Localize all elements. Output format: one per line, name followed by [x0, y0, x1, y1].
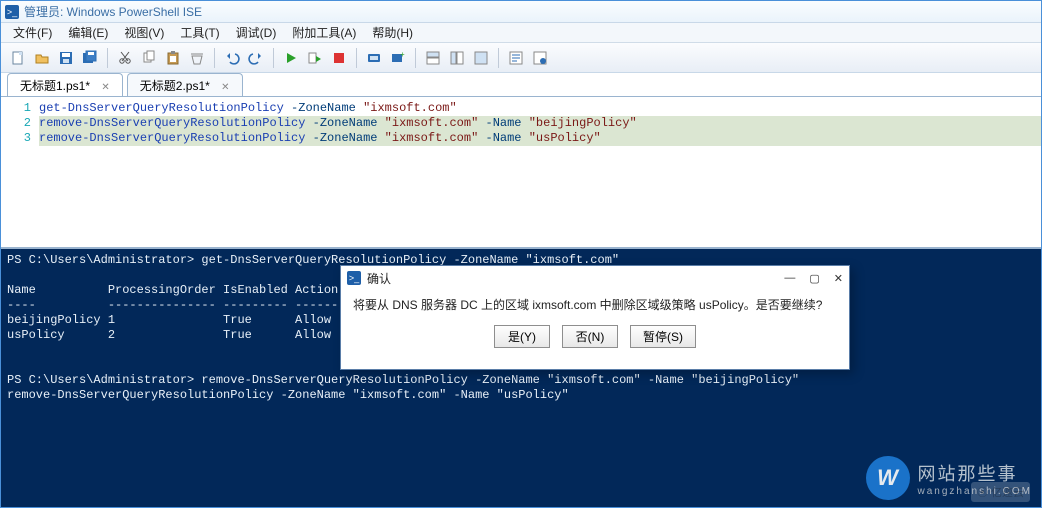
menubar: 文件(F) 编辑(E) 视图(V) 工具(T) 调试(D) 附加工具(A) 帮助…	[1, 23, 1041, 43]
run-selection-icon[interactable]	[304, 47, 326, 69]
menu-help[interactable]: 帮助(H)	[364, 22, 421, 43]
tabbar: 无标题1.ps1* ✕ 无标题2.ps1* ✕	[1, 73, 1041, 97]
close-icon[interactable]: ✕	[834, 272, 843, 285]
menu-edit[interactable]: 编辑(E)	[60, 22, 116, 43]
no-button[interactable]: 否(N)	[562, 325, 618, 348]
powershell-icon: >_	[5, 5, 19, 19]
toolbar-separator	[498, 48, 499, 68]
confirm-dialog: >_ 确认 — ▢ ✕ 将要从 DNS 服务器 DC 上的区域 ixmsoft.…	[340, 265, 850, 370]
tab-label: 无标题1.ps1*	[20, 79, 90, 93]
menu-tools[interactable]: 工具(T)	[172, 22, 227, 43]
svg-text:+: +	[400, 50, 405, 59]
menu-file[interactable]: 文件(F)	[5, 22, 60, 43]
layout-side-icon[interactable]	[446, 47, 468, 69]
toolbar-separator	[415, 48, 416, 68]
dialog-buttons: 是(Y) 否(N) 暂停(S)	[341, 317, 849, 358]
toolbar-separator	[214, 48, 215, 68]
line-gutter: 1 2 3	[1, 97, 39, 247]
run-icon[interactable]	[280, 47, 302, 69]
ise-window: >_ 管理员: Windows PowerShell ISE 文件(F) 编辑(…	[0, 0, 1042, 508]
toolbar-separator	[356, 48, 357, 68]
new-remote-tab-icon[interactable]: +	[387, 47, 409, 69]
show-command-icon[interactable]	[505, 47, 527, 69]
save-all-icon[interactable]	[79, 47, 101, 69]
line-number: 2	[1, 116, 31, 131]
clear-icon[interactable]	[186, 47, 208, 69]
console-line: remove-DnsServerQueryResolutionPolicy -Z…	[7, 388, 1035, 403]
new-file-icon[interactable]	[7, 47, 29, 69]
copy-icon[interactable]	[138, 47, 160, 69]
toolbar-separator	[107, 48, 108, 68]
toolbar: +	[1, 43, 1041, 73]
close-icon[interactable]: ✕	[101, 82, 109, 93]
yes-button[interactable]: 是(Y)	[494, 325, 550, 348]
paste-icon[interactable]	[162, 47, 184, 69]
undo-icon[interactable]	[221, 47, 243, 69]
menu-view[interactable]: 视图(V)	[116, 22, 172, 43]
window-title: 管理员: Windows PowerShell ISE	[24, 3, 202, 20]
code-line[interactable]: get-DnsServerQueryResolutionPolicy -Zone…	[39, 101, 1041, 116]
layout-script-top-icon[interactable]	[422, 47, 444, 69]
logo-circle: W	[866, 456, 910, 500]
tab-untitled1[interactable]: 无标题1.ps1* ✕	[7, 73, 123, 96]
code-line[interactable]: remove-DnsServerQueryResolutionPolicy -Z…	[39, 131, 1041, 146]
open-file-icon[interactable]	[31, 47, 53, 69]
menu-addons[interactable]: 附加工具(A)	[284, 22, 364, 43]
layout-max-icon[interactable]	[470, 47, 492, 69]
dialog-message: 将要从 DNS 服务器 DC 上的区域 ixmsoft.com 中删除区域级策略…	[341, 290, 849, 317]
dialog-titlebar: >_ 确认 — ▢ ✕	[341, 266, 849, 290]
show-command-addon-icon[interactable]	[529, 47, 551, 69]
code-line[interactable]: remove-DnsServerQueryResolutionPolicy -Z…	[39, 116, 1041, 131]
code-area[interactable]: get-DnsServerQueryResolutionPolicy -Zone…	[39, 97, 1041, 247]
powershell-icon: >_	[347, 271, 361, 285]
script-editor[interactable]: 1 2 3 get-DnsServerQueryResolutionPolicy…	[1, 97, 1041, 247]
dialog-title: 确认	[367, 270, 391, 287]
remote-icon[interactable]	[363, 47, 385, 69]
line-number: 3	[1, 131, 31, 146]
stop-icon[interactable]	[328, 47, 350, 69]
menu-debug[interactable]: 调试(D)	[228, 22, 285, 43]
close-icon[interactable]: ✕	[221, 82, 229, 93]
save-icon[interactable]	[55, 47, 77, 69]
line-number: 1	[1, 101, 31, 116]
minimize-icon[interactable]: —	[784, 272, 795, 285]
maximize-icon[interactable]: ▢	[809, 272, 819, 285]
redo-icon[interactable]	[245, 47, 267, 69]
toolbar-separator	[273, 48, 274, 68]
tab-label: 无标题2.ps1*	[140, 79, 210, 93]
watermark-yisu: ⦿ 亿速云	[971, 482, 1030, 502]
tab-untitled2[interactable]: 无标题2.ps1* ✕	[127, 73, 243, 96]
suspend-button[interactable]: 暂停(S)	[630, 325, 696, 348]
cut-icon[interactable]	[114, 47, 136, 69]
titlebar: >_ 管理员: Windows PowerShell ISE	[1, 1, 1041, 23]
console-line: PS C:\Users\Administrator> remove-DnsSer…	[7, 373, 1035, 388]
